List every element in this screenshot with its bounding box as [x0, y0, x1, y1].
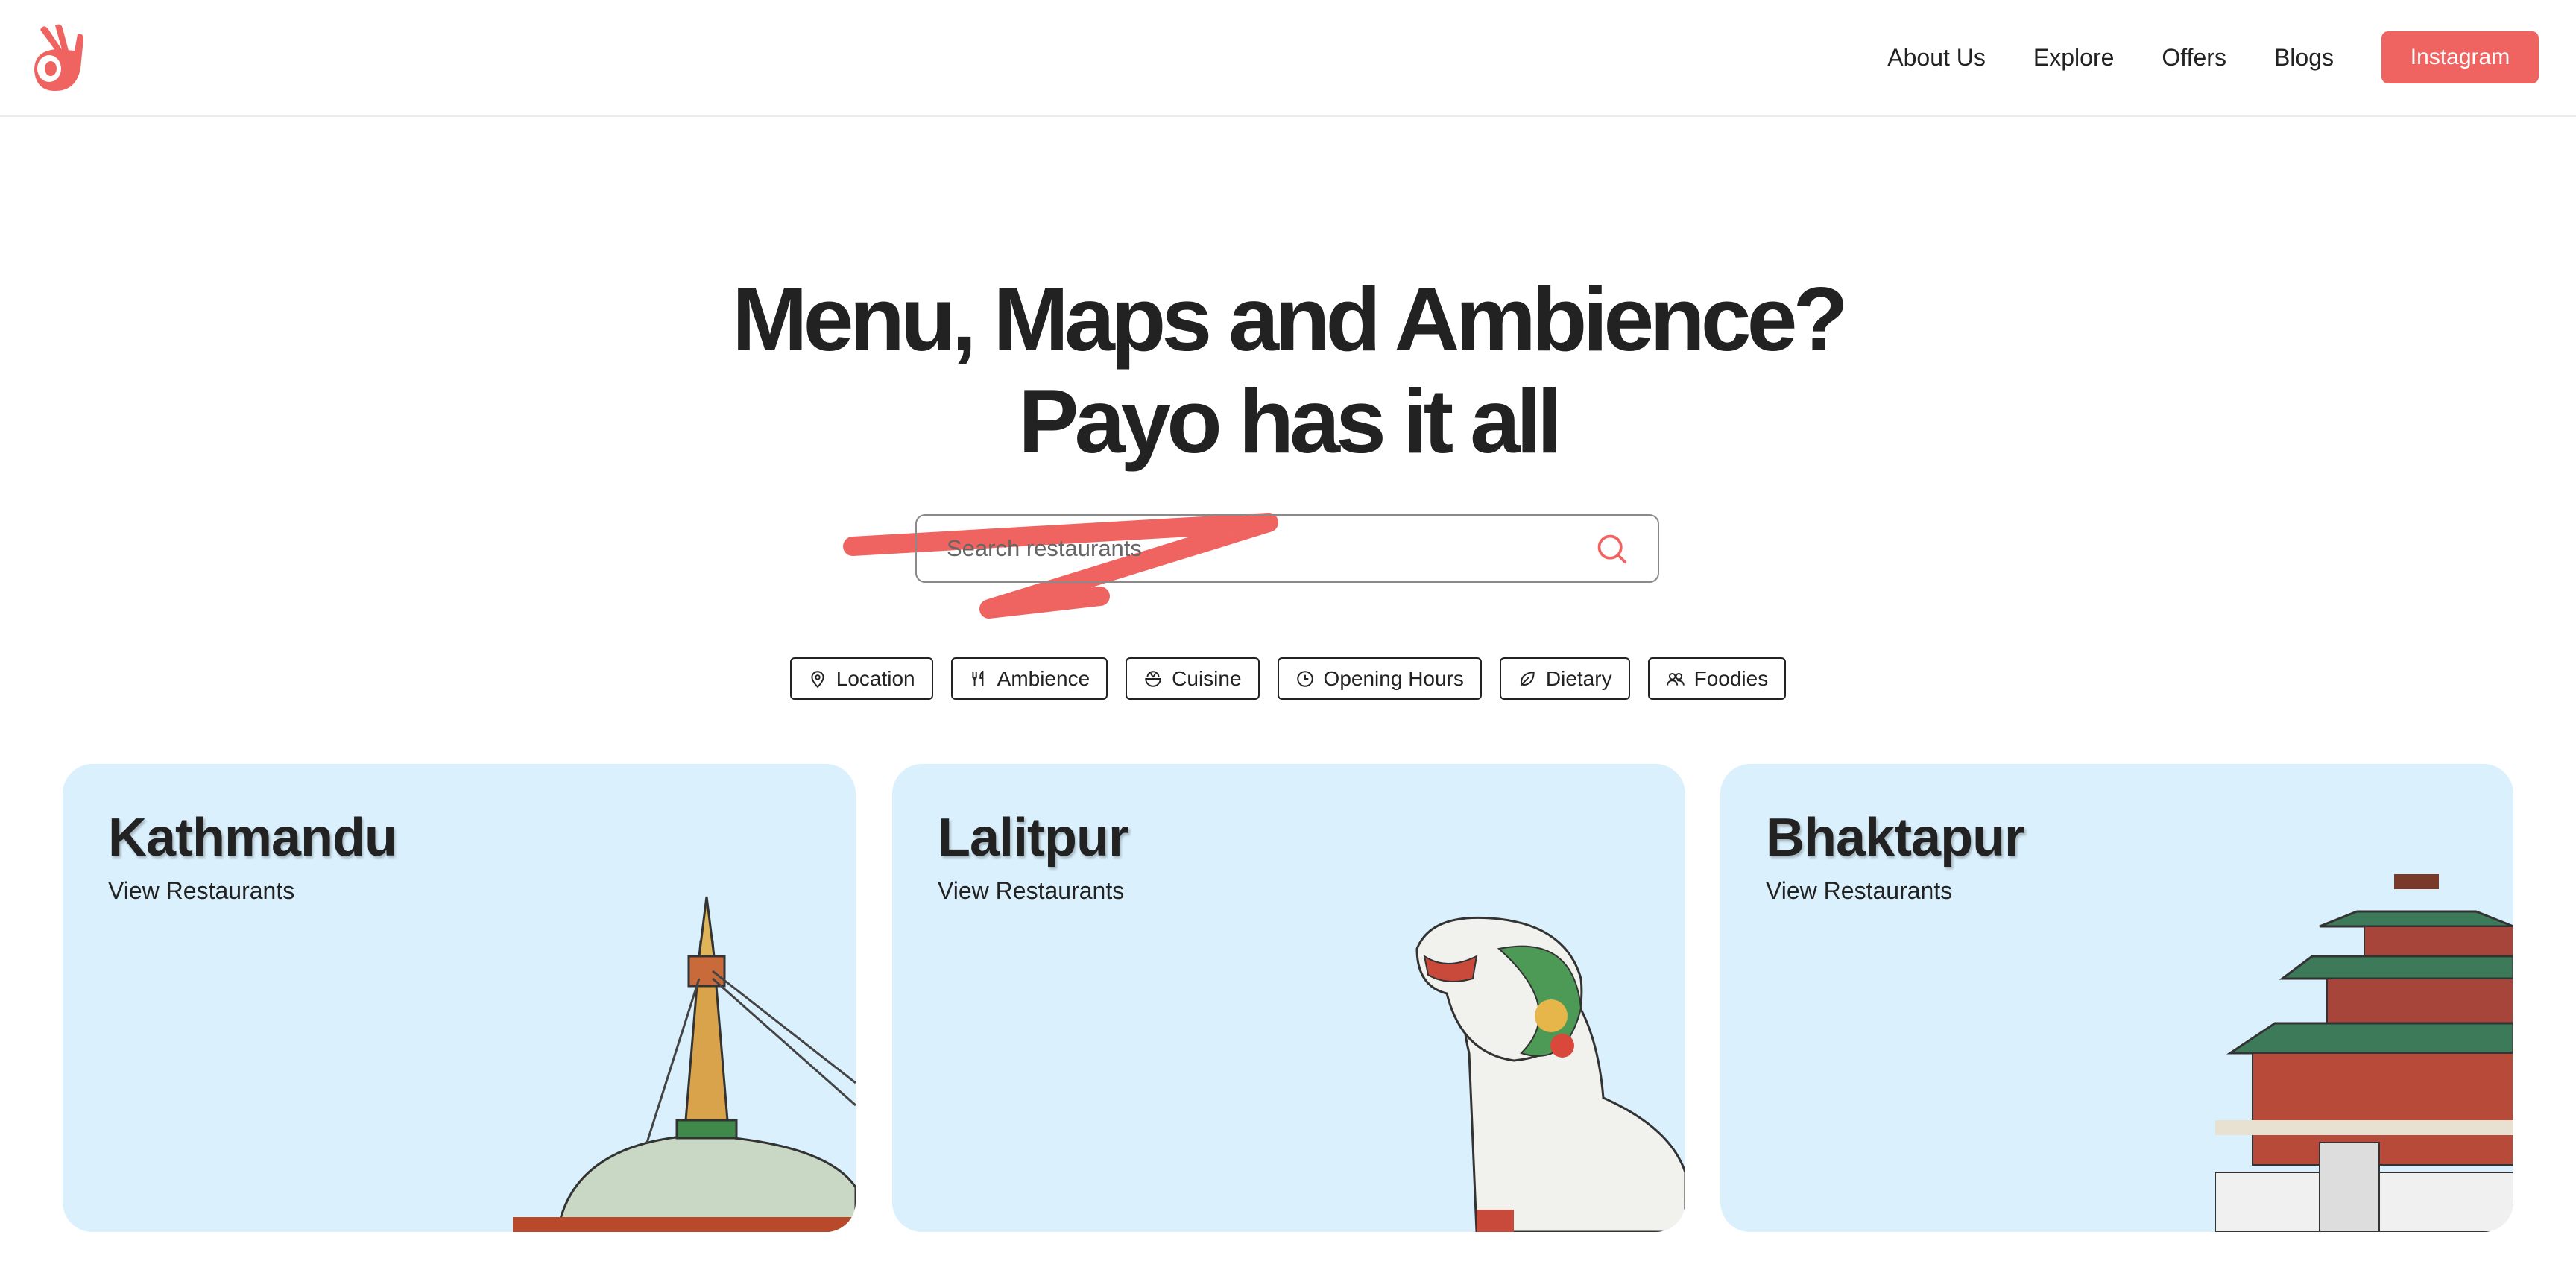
city-card-lalitpur[interactable]: Lalitpur View Restaurants [892, 764, 1685, 1232]
filter-ambience[interactable]: Ambience [950, 657, 1108, 700]
bowl-icon [1145, 670, 1161, 687]
nav-blogs[interactable]: Blogs [2274, 44, 2334, 72]
filter-foodies[interactable]: Foodies [1647, 657, 1787, 700]
filter-dietary[interactable]: Dietary [1499, 657, 1630, 700]
hero-line-2: Payo has it all [1018, 370, 1562, 472]
filter-label: Cuisine [1172, 666, 1242, 690]
filter-label: Ambience [997, 666, 1090, 690]
hero-line-1: Menu, Maps and Ambience? [732, 268, 1849, 370]
utensils-icon [972, 670, 984, 686]
instagram-button[interactable]: Instagram [2381, 31, 2539, 83]
view-restaurants-link[interactable]: View Restaurants [938, 877, 1124, 905]
nav-explore[interactable]: Explore [2033, 44, 2115, 72]
hero-headline: Menu, Maps and Ambience? Payo has it all [0, 268, 2576, 473]
map-pin-icon [811, 670, 824, 688]
search-input[interactable] [947, 535, 1595, 562]
search-icon[interactable] [1595, 532, 1628, 565]
search-bar [915, 514, 1659, 583]
nav-about-us[interactable]: About Us [1887, 44, 1986, 72]
card-title: Lalitpur [938, 808, 1129, 868]
filter-label: Opening Hours [1323, 666, 1464, 690]
filter-label: Foodies [1693, 666, 1769, 690]
filter-cuisine[interactable]: Cuisine [1126, 657, 1260, 700]
view-restaurants-link[interactable]: View Restaurants [108, 877, 294, 905]
lion-statue-illustration [1415, 916, 1685, 1232]
card-title: Kathmandu [108, 808, 397, 868]
city-card-kathmandu[interactable]: Kathmandu View Restaurants [63, 764, 856, 1232]
filter-label: Dietary [1545, 666, 1612, 690]
view-restaurants-link[interactable]: View Restaurants [1766, 877, 1952, 905]
city-card-bhaktapur[interactable]: Bhaktapur View Restaurants [1720, 764, 2513, 1232]
stupa-illustration [513, 896, 856, 1232]
top-navbar: About Us Explore Offers Blogs Instagram [0, 0, 2576, 117]
nav-offers[interactable]: Offers [2162, 44, 2226, 72]
payo-logo[interactable] [33, 21, 92, 95]
card-title: Bhaktapur [1766, 808, 2025, 868]
users-icon [1666, 672, 1685, 686]
filter-opening-hours[interactable]: Opening Hours [1277, 657, 1482, 700]
clock-icon [1296, 670, 1313, 687]
filter-chips: Location Ambience Cuisine Opening Hours … [0, 657, 2576, 700]
pagoda-temple-illustration [2215, 874, 2513, 1232]
filter-label: Location [836, 666, 915, 690]
leaf-icon [1520, 671, 1535, 686]
filter-location[interactable]: Location [789, 657, 933, 700]
